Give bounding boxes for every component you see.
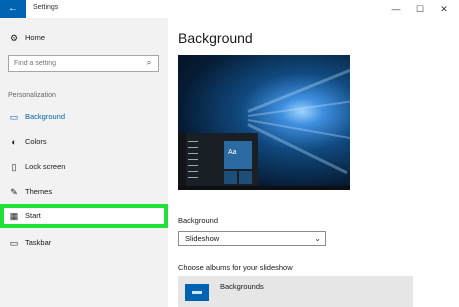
sidebar: ⚙ Home ⌕ Personalization ▭ Background ◐ … (0, 18, 168, 307)
sidebar-item-label: Taskbar (25, 238, 52, 247)
window-title: Settings (33, 4, 59, 11)
preview-tile (224, 171, 237, 184)
picture-icon: ▭ (9, 112, 19, 122)
preview-tile: Aa (224, 141, 252, 169)
start-menu-preview: Aa (178, 133, 258, 190)
start-menu-rail (178, 133, 186, 190)
sidebar-item-colors[interactable]: ◐ Colors (0, 131, 168, 153)
sidebar-item-label: Background (25, 112, 66, 121)
sidebar-item-home[interactable]: ⚙ Home (0, 27, 168, 49)
search-input[interactable] (9, 56, 139, 71)
background-label: Background (178, 216, 219, 225)
back-button[interactable]: ← (0, 0, 26, 18)
sidebar-item-taskbar[interactable]: ▭ Taskbar (0, 232, 168, 254)
brush-icon: ✎ (10, 187, 18, 197)
lock-screen-icon: ▯ (11, 162, 17, 172)
sidebar-item-lock-screen[interactable]: ▯ Lock screen (0, 156, 168, 178)
sidebar-item-label: Colors (25, 137, 47, 146)
main-content: Background Aa Background Slideshow ⌄ Cho… (168, 18, 459, 307)
sidebar-item-label: Themes (25, 187, 53, 196)
sidebar-item-label: Home (25, 33, 46, 42)
sidebar-item-background[interactable]: ▭ Background (0, 106, 168, 128)
albums-label: Choose albums for your slideshow (178, 263, 293, 272)
title-bar: ← Settings — ☐ ✕ (0, 0, 459, 18)
sidebar-item-start[interactable]: ▦ Start (0, 204, 168, 228)
close-button[interactable]: ✕ (432, 0, 456, 18)
start-menu-list (188, 141, 198, 183)
taskbar-icon: ▭ (9, 238, 19, 248)
tile-label: Aa (228, 149, 237, 156)
search-icon[interactable]: ⌕ (144, 58, 154, 68)
album-label: Backgrounds (220, 282, 264, 291)
preview-taskbar (178, 186, 350, 190)
palette-icon: ◐ (11, 137, 17, 147)
back-arrow-icon: ← (8, 3, 18, 14)
album-item[interactable]: Backgrounds (178, 276, 413, 307)
desktop-preview: Aa (178, 55, 350, 190)
sidebar-item-themes[interactable]: ✎ Themes (0, 181, 168, 203)
sidebar-item-label: Start (25, 211, 41, 220)
start-icon: ▦ (9, 211, 19, 221)
search-box: ⌕ (8, 55, 159, 72)
minimize-button[interactable]: — (384, 0, 408, 18)
section-heading: Personalization (8, 92, 56, 99)
gear-icon: ⚙ (9, 33, 19, 43)
sidebar-item-label: Lock screen (25, 162, 66, 171)
folder-icon (185, 284, 209, 301)
page-title: Background (178, 30, 253, 46)
dropdown-value: Slideshow (185, 234, 220, 243)
maximize-button[interactable]: ☐ (408, 0, 432, 18)
chevron-down-icon: ⌄ (314, 234, 321, 243)
preview-tile (239, 171, 252, 184)
background-dropdown[interactable]: Slideshow ⌄ (178, 231, 326, 246)
